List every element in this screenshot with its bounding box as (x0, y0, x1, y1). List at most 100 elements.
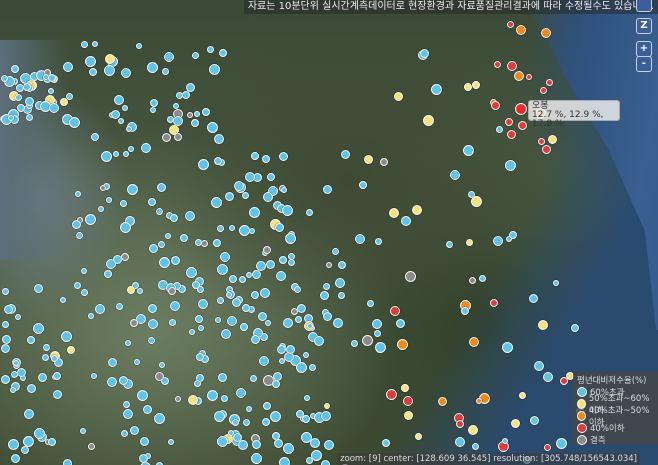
reservoir-marker[interactable] (149, 99, 158, 108)
reservoir-marker[interactable] (135, 42, 142, 49)
reservoir-marker[interactable] (338, 261, 347, 270)
reservoir-marker[interactable] (120, 68, 131, 79)
reservoir-marker[interactable] (190, 119, 199, 128)
reservoir-marker[interactable] (460, 306, 469, 315)
reservoir-marker[interactable] (386, 389, 398, 401)
reservoir-marker[interactable] (538, 137, 546, 145)
reservoir-marker[interactable] (101, 151, 113, 163)
reservoir-marker[interactable] (191, 280, 200, 289)
reservoir-marker[interactable] (262, 155, 271, 164)
reservoir-marker[interactable] (127, 285, 136, 294)
reservoir-marker[interactable] (191, 52, 199, 60)
reservoir-marker[interactable] (91, 41, 98, 48)
reservoir-marker[interactable] (154, 413, 166, 425)
reservoir-marker[interactable] (148, 337, 156, 345)
reservoir-marker[interactable] (393, 92, 403, 102)
reservoir-marker[interactable] (294, 285, 302, 293)
reservoir-marker[interactable] (479, 275, 487, 283)
reservoir-marker[interactable] (162, 133, 172, 143)
reservoir-marker[interactable] (381, 439, 390, 448)
reservoir-marker[interactable] (214, 411, 226, 423)
reservoir-marker[interactable] (495, 125, 503, 133)
reservoir-marker[interactable] (158, 257, 170, 269)
reservoir-marker[interactable] (134, 358, 141, 365)
map-control-button[interactable] (636, 0, 652, 12)
reservoir-marker[interactable] (88, 443, 96, 451)
reservoir-marker[interactable] (120, 222, 132, 234)
reservoir-marker[interactable] (80, 268, 87, 275)
reservoir-marker[interactable] (60, 297, 67, 303)
reservoir-marker[interactable] (14, 93, 22, 101)
reservoir-marker[interactable] (158, 362, 165, 369)
reservoir-marker[interactable] (206, 389, 218, 401)
reservoir-marker[interactable] (7, 115, 14, 122)
reservoir-marker[interactable] (88, 67, 97, 76)
reservoir-marker[interactable] (556, 438, 568, 450)
reservoir-marker[interactable] (105, 196, 112, 203)
reservoir-marker[interactable] (0, 375, 10, 385)
reservoir-marker[interactable] (323, 403, 330, 410)
reservoir-marker[interactable] (274, 438, 284, 448)
reservoir-marker[interactable] (494, 60, 502, 68)
reservoir-marker[interactable] (23, 409, 34, 420)
reservoir-marker[interactable] (463, 145, 475, 157)
reservoir-marker[interactable] (220, 251, 231, 262)
reservoir-marker[interactable] (107, 377, 118, 388)
reservoir-marker[interactable] (545, 79, 553, 87)
reservoir-marker[interactable] (172, 102, 179, 109)
zoom-in-button[interactable]: + (636, 41, 652, 57)
reservoir-marker[interactable] (179, 234, 188, 243)
reservoir-marker[interactable] (219, 49, 228, 58)
reservoir-marker[interactable] (326, 261, 333, 268)
reservoir-marker[interactable] (1, 343, 11, 353)
reservoir-marker[interactable] (256, 261, 267, 272)
reservoir-marker[interactable] (290, 308, 298, 316)
reservoir-marker[interactable] (27, 336, 35, 345)
reservoir-marker[interactable] (320, 460, 330, 465)
reservoir-marker[interactable] (147, 62, 159, 74)
reservoir-marker[interactable] (372, 319, 383, 330)
reservoir-marker[interactable] (323, 312, 333, 322)
reservoir-marker[interactable] (49, 102, 60, 113)
reservoir-marker[interactable] (137, 389, 149, 401)
reservoir-marker[interactable] (122, 401, 130, 409)
reservoir-marker[interactable] (275, 270, 286, 281)
reservoir-marker[interactable] (138, 454, 148, 464)
selected-reservoir-marker[interactable] (515, 103, 527, 115)
reservoir-marker[interactable] (214, 157, 222, 165)
reservoir-marker[interactable] (213, 238, 222, 247)
reservoir-marker[interactable] (67, 346, 76, 355)
reservoir-marker[interactable] (262, 246, 271, 255)
reservoir-marker[interactable] (401, 384, 410, 393)
reservoir-marker[interactable] (465, 238, 473, 246)
reservoir-marker[interactable] (388, 208, 399, 219)
reservoir-marker[interactable] (80, 40, 88, 48)
reservoir-marker[interactable] (104, 65, 116, 77)
reservoir-marker[interactable] (61, 331, 73, 343)
reservoir-marker[interactable] (87, 312, 94, 319)
reservoir-marker[interactable] (510, 418, 520, 428)
reservoir-marker[interactable] (97, 205, 104, 212)
reservoir-marker[interactable] (104, 54, 115, 65)
reservoir-marker[interactable] (148, 304, 158, 314)
reservoir-marker[interactable] (238, 439, 249, 450)
reservoir-marker[interactable] (121, 105, 128, 111)
reservoir-marker[interactable] (168, 319, 176, 327)
reservoir-marker[interactable] (194, 379, 202, 387)
reservoir-marker[interactable] (220, 328, 231, 339)
reservoir-marker[interactable] (528, 293, 538, 303)
reservoir-marker[interactable] (515, 25, 526, 36)
reservoir-marker[interactable] (288, 259, 296, 267)
reservoir-marker[interactable] (120, 253, 129, 262)
reservoir-marker[interactable] (207, 121, 219, 133)
reservoir-marker[interactable] (306, 457, 314, 465)
reservoir-marker[interactable] (227, 315, 238, 326)
reservoir-marker[interactable] (504, 118, 513, 127)
reservoir-marker[interactable] (10, 386, 17, 393)
reservoir-marker[interactable] (2, 287, 10, 295)
reservoir-marker[interactable] (27, 384, 37, 394)
reservoir-marker[interactable] (74, 281, 82, 289)
reservoir-marker[interactable] (130, 319, 139, 328)
reservoir-marker[interactable] (469, 277, 477, 285)
reservoir-marker[interactable] (50, 354, 58, 362)
